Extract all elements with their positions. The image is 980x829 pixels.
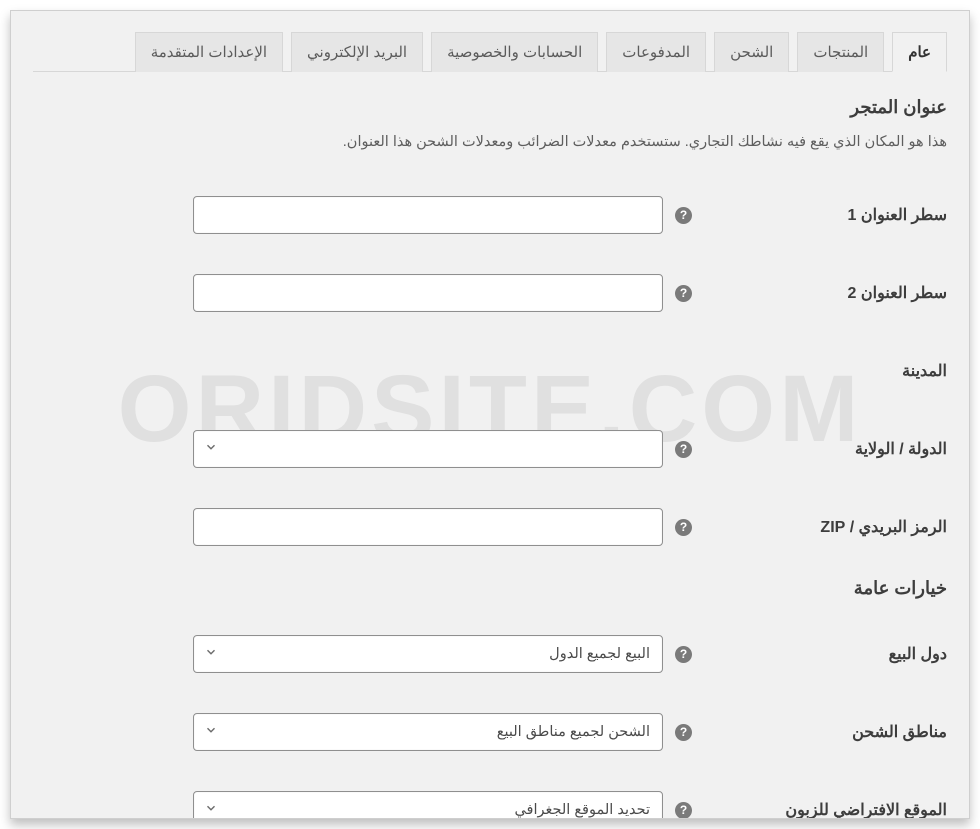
label-city: المدينة (692, 332, 947, 410)
row-selling-countries: دول البيع ? البيع لجميع الدول (33, 615, 947, 693)
selling-countries-select[interactable]: البيع لجميع الدول (193, 635, 663, 673)
label-postcode: الرمز البريدي / ZIP (692, 488, 947, 566)
postcode-input-wrap (193, 508, 663, 546)
chevron-down-icon (204, 440, 218, 458)
field-wrap: ? (33, 196, 692, 234)
tab-label: الشحن (730, 44, 773, 61)
field-wrap: ? البيع لجميع الدول (33, 635, 692, 673)
row-default-customer-location: الموقع الافتراضي للزبون ? تحديد الموقع ا… (33, 771, 947, 819)
address-line1-input-wrap (193, 196, 663, 234)
tab-emails[interactable]: البريد الإلكتروني (291, 32, 423, 72)
help-icon[interactable]: ? (675, 207, 692, 224)
address-line2-input[interactable] (206, 275, 650, 311)
row-address-line2: سطر العنوان 2 ? (33, 254, 947, 332)
label-address-line1: سطر العنوان 1 (692, 176, 947, 254)
tab-general[interactable]: عام (892, 32, 947, 72)
help-icon[interactable]: ? (675, 646, 692, 663)
country-state-select[interactable] (193, 430, 663, 468)
field-wrap: ? (33, 508, 692, 546)
tab-label: المنتجات (813, 44, 868, 61)
selling-countries-value: البيع لجميع الدول (206, 646, 650, 662)
section-desc-store-address: هذا هو المكان الذي يقع فيه نشاطك التجاري… (33, 134, 947, 150)
help-icon[interactable]: ? (675, 441, 692, 458)
tab-label: عام (908, 44, 931, 61)
tab-label: الحسابات والخصوصية (447, 44, 582, 61)
store-address-form: سطر العنوان 1 ? سطر العنوان 2 ? (33, 176, 947, 566)
label-shipping-locations: مناطق الشحن (692, 693, 947, 771)
section-title-general-options: خيارات عامة (33, 578, 947, 599)
field-wrap: ? تحديد الموقع الجغرافي (33, 791, 692, 819)
label-address-line2: سطر العنوان 2 (692, 254, 947, 332)
label-country-state: الدولة / الولاية (692, 410, 947, 488)
tab-label: الإعدادات المتقدمة (151, 44, 267, 61)
tab-payments[interactable]: المدفوعات (606, 32, 706, 72)
row-shipping-locations: مناطق الشحن ? الشحن لجميع مناطق البيع (33, 693, 947, 771)
row-postcode: الرمز البريدي / ZIP ? (33, 488, 947, 566)
general-options-form: دول البيع ? البيع لجميع الدول مناطق الشح… (33, 615, 947, 819)
help-icon[interactable]: ? (675, 802, 692, 819)
address-line2-input-wrap (193, 274, 663, 312)
row-city: المدينة (33, 332, 947, 410)
tabs-bar: عام المنتجات الشحن المدفوعات الحسابات وا… (33, 31, 947, 72)
shipping-locations-select[interactable]: الشحن لجميع مناطق البيع (193, 713, 663, 751)
label-default-customer-location: الموقع الافتراضي للزبون (692, 771, 947, 819)
row-address-line1: سطر العنوان 1 ? (33, 176, 947, 254)
postcode-input[interactable] (206, 509, 650, 545)
help-icon[interactable]: ? (675, 724, 692, 741)
tab-label: البريد الإلكتروني (307, 44, 407, 61)
field-wrap: ? (33, 274, 692, 312)
shipping-locations-value: الشحن لجميع مناطق البيع (206, 724, 650, 740)
help-icon[interactable]: ? (675, 285, 692, 302)
tab-accounts-privacy[interactable]: الحسابات والخصوصية (431, 32, 598, 72)
row-country-state: الدولة / الولاية ? (33, 410, 947, 488)
tab-label: المدفوعات (622, 44, 690, 61)
tab-advanced[interactable]: الإعدادات المتقدمة (135, 32, 283, 72)
address-line1-input[interactable] (206, 197, 650, 233)
help-icon[interactable]: ? (675, 519, 692, 536)
field-wrap: ? الشحن لجميع مناطق البيع (33, 713, 692, 751)
default-customer-location-value: تحديد الموقع الجغرافي (206, 802, 650, 818)
settings-panel: ORIDSITE.COM عام المنتجات الشحن المدفوعا… (10, 10, 970, 819)
label-selling-countries: دول البيع (692, 615, 947, 693)
tab-shipping[interactable]: الشحن (714, 32, 789, 72)
section-title-store-address: عنوان المتجر (33, 97, 947, 118)
default-customer-location-select[interactable]: تحديد الموقع الجغرافي (193, 791, 663, 819)
field-wrap: ? (33, 430, 692, 468)
tab-products[interactable]: المنتجات (797, 32, 884, 72)
